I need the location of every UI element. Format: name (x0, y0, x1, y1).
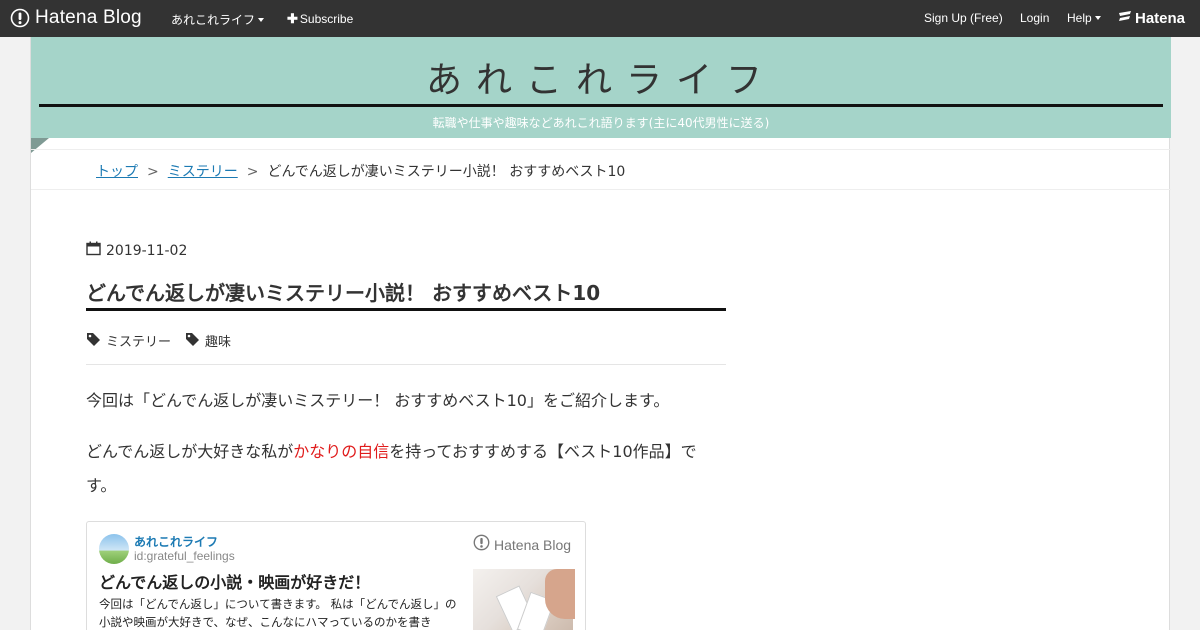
entry-date-text: 2019-11-02 (106, 242, 188, 259)
subscribe-button[interactable]: ✚ Subscribe (287, 11, 353, 27)
category-label: 趣味 (205, 335, 232, 350)
breadcrumb-link-category[interactable]: ミステリー (168, 164, 238, 180)
help-dropdown[interactable]: Help (1067, 11, 1101, 25)
category-link-hobby[interactable]: 趣味 (185, 331, 231, 350)
entry-paragraph: どんでん返しが大好きな私がかなりの自信を持っておすすめする【ベスト10作品】です… (86, 435, 726, 503)
entry-date[interactable]: 2019-11-02 (86, 241, 187, 260)
tag-icon (86, 332, 106, 350)
global-header: Hatena Blog あれこれライフ ✚ Subscribe Sign Up (… (0, 0, 1200, 37)
calendar-icon (86, 241, 106, 260)
entry-title-underline (86, 308, 726, 311)
title-underline (39, 104, 1163, 107)
blog-menu-dropdown[interactable]: あれこれライフ (171, 11, 265, 28)
caret-down-icon (1094, 15, 1101, 20)
breadcrumb-separator: > (246, 164, 259, 180)
highlighted-text: かなりの自信 (293, 442, 390, 461)
login-link[interactable]: Login (1020, 11, 1049, 25)
hatena-label: Hatena (1135, 10, 1186, 27)
signup-link[interactable]: Sign Up (Free) (924, 11, 1003, 25)
blog-header: あれこれライフ 転職や仕事や趣味などあれこれ語ります(主に40代男性に送る) (31, 37, 1171, 138)
blog-title[interactable]: あれこれライフ (31, 51, 1171, 103)
embed-blog-name[interactable]: あれこれライフ (134, 533, 218, 550)
blog-menu-label: あれこれライフ (171, 13, 256, 27)
avatar[interactable] (99, 534, 129, 564)
blog-container: あれこれライフ 転職や仕事や趣味などあれこれ語ります(主に40代男性に送る) ト… (30, 37, 1171, 630)
hatena-blog-logo-icon (473, 534, 490, 555)
divider (31, 189, 1171, 190)
breadcrumb: トップ > ミステリー > どんでん返しが凄いミステリー小説！ おすすめベスト10 (96, 161, 625, 181)
hatena-link[interactable]: Hatena (1118, 9, 1185, 28)
category-label: ミステリー (106, 335, 172, 350)
embed-hatena-blog-logo[interactable]: Hatena Blog (473, 534, 571, 555)
embed-logo-text: Hatena Blog (494, 536, 572, 553)
thumbnail-hand-shape (545, 569, 575, 619)
paragraph-text: どんでん返しが大好きな私が (86, 442, 294, 461)
divider (31, 149, 1171, 150)
embed-excerpt: 今回は「どんでん返し」について書きます。 私は「どんでん返し」の小説や映画が大好… (99, 597, 457, 629)
category-link-mystery[interactable]: ミステリー (86, 331, 171, 350)
divider (86, 364, 726, 365)
hatena-blog-logo-icon (10, 8, 30, 28)
embed-user-id: id:grateful_feelings (134, 549, 235, 563)
help-label: Help (1067, 11, 1092, 25)
tag-icon (185, 332, 205, 350)
embed-title[interactable]: どんでん返しの小説・映画が好きだ！ (99, 569, 370, 593)
hatena-logo-icon (1118, 9, 1132, 28)
caret-down-icon (258, 17, 265, 22)
breadcrumb-link-top[interactable]: トップ (96, 164, 138, 180)
blog-embed-card[interactable]: あれこれライフ id:grateful_feelings Hatena Blog… (86, 521, 586, 630)
entry-categories: ミステリー 趣味 (86, 331, 245, 350)
header-ribbon-corner (31, 138, 49, 153)
subscribe-label: Subscribe (299, 12, 354, 26)
plus-icon: ✚ (287, 11, 298, 26)
breadcrumb-current: どんでん返しが凄いミステリー小説！ おすすめベスト10 (267, 164, 626, 180)
blog-description: 転職や仕事や趣味などあれこれ語ります(主に40代男性に送る) (432, 116, 770, 130)
entry-paragraph: 今回は「どんでん返しが凄いミステリー！ おすすめベスト10」をご紹介します。 (86, 391, 670, 410)
breadcrumb-separator: > (147, 164, 159, 180)
hatena-blog-logo-text: Hatena Blog (35, 7, 142, 28)
entry-title[interactable]: どんでん返しが凄いミステリー小説！ おすすめベスト10 (86, 277, 726, 306)
hatena-blog-logo[interactable]: Hatena Blog (10, 7, 142, 29)
embed-thumbnail[interactable] (473, 569, 575, 630)
